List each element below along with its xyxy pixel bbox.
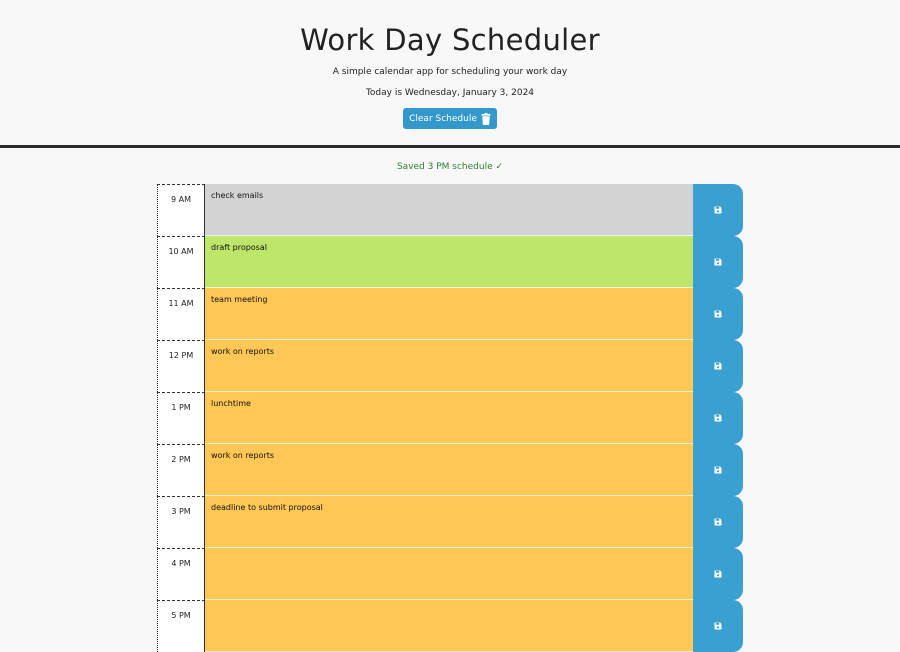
floppy-disk-icon (714, 570, 722, 578)
time-block-row: 3 PM deadline to submit proposal (157, 496, 743, 548)
hour-label: 4 PM (157, 548, 205, 600)
event-description-input[interactable] (205, 600, 693, 652)
schedule-container: 9 AM check emails 10 AM draft proposal 11 AM… (157, 184, 743, 652)
floppy-disk-icon (714, 622, 722, 630)
save-button[interactable] (693, 496, 743, 548)
time-block-row: 9 AM check emails (157, 184, 743, 236)
event-description-input[interactable]: deadline to submit proposal (205, 496, 693, 548)
floppy-disk-icon (714, 362, 722, 370)
floppy-disk-icon (714, 310, 722, 318)
hour-label: 2 PM (157, 444, 205, 496)
time-block-row: 5 PM (157, 600, 743, 652)
hour-label: 5 PM (157, 600, 205, 652)
event-description-input[interactable]: lunchtime (205, 392, 693, 444)
event-description-input[interactable] (205, 548, 693, 600)
saved-status-message: Saved 3 PM schedule ✓ (396, 162, 504, 172)
floppy-disk-icon (714, 466, 722, 474)
time-block-row: 10 AM draft proposal (157, 236, 743, 288)
time-block-row: 11 AM team meeting (157, 288, 743, 340)
time-block-row: 4 PM (157, 548, 743, 600)
hour-label: 3 PM (157, 496, 205, 548)
floppy-disk-icon (714, 518, 722, 526)
save-button[interactable] (693, 236, 743, 288)
hour-label: 10 AM (157, 236, 205, 288)
time-block-row: 1 PM lunchtime (157, 392, 743, 444)
save-button[interactable] (693, 548, 743, 600)
event-description-input[interactable]: work on reports (205, 444, 693, 496)
hour-label: 1 PM (157, 392, 205, 444)
clear-schedule-button[interactable]: Clear Schedule (403, 108, 497, 129)
floppy-disk-icon (714, 258, 722, 266)
save-button[interactable] (693, 444, 743, 496)
save-button[interactable] (693, 288, 743, 340)
event-description-input[interactable]: draft proposal (205, 236, 693, 288)
hour-label: 11 AM (157, 288, 205, 340)
header: Work Day Scheduler A simple calendar app… (0, 0, 900, 148)
event-description-input[interactable]: team meeting (205, 288, 693, 340)
save-button[interactable] (693, 184, 743, 236)
save-button[interactable] (693, 600, 743, 652)
floppy-disk-icon (714, 206, 722, 214)
clear-schedule-label: Clear Schedule (409, 113, 477, 124)
current-date: Today is Wednesday, January 3, 2024 (365, 88, 535, 98)
time-block-row: 12 PM work on reports (157, 340, 743, 392)
page-subtitle: A simple calendar app for scheduling you… (332, 67, 568, 77)
floppy-disk-icon (714, 414, 722, 422)
hour-label: 12 PM (157, 340, 205, 392)
trash-icon (481, 112, 491, 125)
save-button[interactable] (693, 340, 743, 392)
event-description-input[interactable]: work on reports (205, 340, 693, 392)
save-button[interactable] (693, 392, 743, 444)
page-title: Work Day Scheduler (300, 23, 600, 57)
hour-label: 9 AM (157, 184, 205, 236)
time-block-row: 2 PM work on reports (157, 444, 743, 496)
event-description-input[interactable]: check emails (205, 184, 693, 236)
